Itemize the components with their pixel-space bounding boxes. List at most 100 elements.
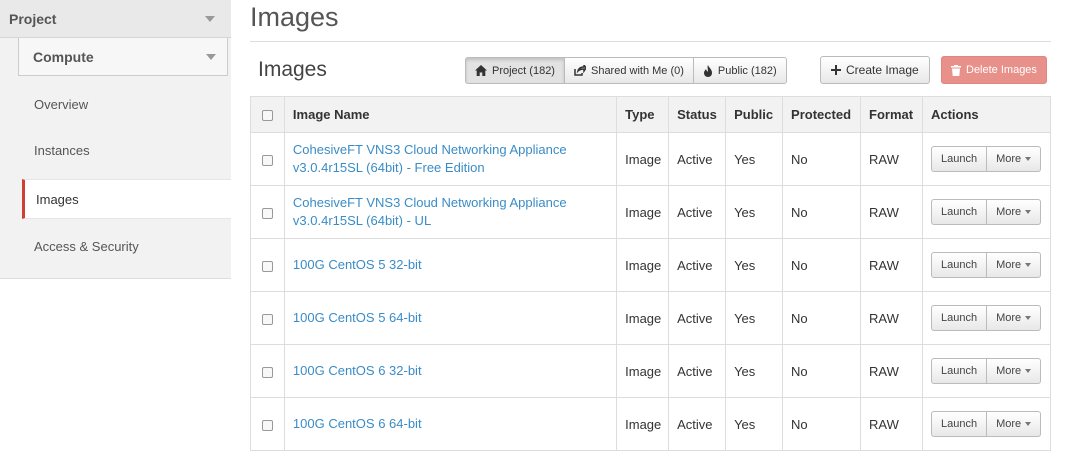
format-cell: RAW <box>860 185 923 239</box>
public-cell: Yes <box>725 291 784 345</box>
actions-cell: Launch More <box>921 185 1052 239</box>
more-button[interactable]: More <box>987 358 1042 384</box>
sidebar-item-instances[interactable]: Instances <box>22 131 231 171</box>
caret-down-icon <box>1025 369 1032 373</box>
compute-label: Compute <box>33 49 94 65</box>
filter-project-button[interactable]: Project (182) <box>465 57 565 84</box>
protected-cell: No <box>782 397 862 451</box>
protected-cell: No <box>782 238 862 292</box>
launch-button[interactable]: Launch <box>930 305 988 331</box>
divider <box>250 41 1051 42</box>
row-checkbox[interactable] <box>261 313 273 325</box>
compute-dropdown[interactable]: Compute <box>18 38 228 76</box>
protected-cell: No <box>782 344 862 398</box>
image-name-link[interactable]: CohesiveFT VNS3 Cloud Networking Applian… <box>293 141 616 177</box>
public-cell: Yes <box>725 132 784 186</box>
table-header-row: Image Name Type Status Public Protected … <box>250 96 1052 133</box>
more-button[interactable]: More <box>987 411 1042 437</box>
header-type[interactable]: Type <box>616 96 670 133</box>
image-name-link[interactable]: 100G CentOS 5 64-bit <box>293 309 616 327</box>
caret-down-icon <box>1025 263 1032 267</box>
more-label: More <box>996 259 1022 271</box>
create-image-label: Create Image <box>846 63 919 77</box>
delete-images-button[interactable]: Delete Images <box>941 56 1047 84</box>
format-cell: RAW <box>860 291 923 345</box>
actions-cell: Launch More <box>921 397 1052 451</box>
status-cell: Active <box>668 238 727 292</box>
type-cell: Image <box>616 185 670 239</box>
format-cell: RAW <box>860 344 923 398</box>
image-filter-group: Project (182) Shared with Me (0) Public … <box>465 57 787 84</box>
sidebar-item-images[interactable]: Images <box>22 179 231 219</box>
row-actions: Launch More <box>930 411 1050 437</box>
filter-project-label: Project (182) <box>492 64 555 77</box>
row-checkbox-cell <box>250 132 285 186</box>
filter-shared-label: Shared with Me (0) <box>590 64 684 77</box>
image-name-link[interactable]: 100G CentOS 5 32-bit <box>293 256 616 274</box>
more-button[interactable]: More <box>987 305 1042 331</box>
caret-down-icon <box>205 16 215 22</box>
format-cell: RAW <box>860 238 923 292</box>
image-name-link[interactable]: 100G CentOS 6 64-bit <box>293 415 616 433</box>
sidebar-item-overview[interactable]: Overview <box>22 85 231 125</box>
launch-button[interactable]: Launch <box>930 146 988 172</box>
table-row: CohesiveFT VNS3 Cloud Networking Applian… <box>250 185 1052 239</box>
row-checkbox[interactable] <box>261 207 273 219</box>
header-image-name[interactable]: Image Name <box>283 96 618 133</box>
caret-down-icon <box>1025 210 1032 214</box>
launch-button[interactable]: Launch <box>930 358 988 384</box>
launch-button[interactable]: Launch <box>930 252 988 278</box>
table-row: CohesiveFT VNS3 Cloud Networking Applian… <box>250 132 1052 186</box>
type-cell: Image <box>616 238 670 292</box>
create-image-button[interactable]: Create Image <box>820 56 930 84</box>
section-title: Images <box>258 58 327 81</box>
filter-public-label: Public (182) <box>717 64 777 77</box>
launch-button[interactable]: Launch <box>930 411 988 437</box>
row-checkbox[interactable] <box>261 154 273 166</box>
status-cell: Active <box>668 344 727 398</box>
image-name-cell: 100G CentOS 5 32-bit <box>283 238 618 292</box>
caret-down-icon <box>1025 316 1032 320</box>
more-label: More <box>996 312 1022 324</box>
actions-cell: Launch More <box>921 344 1052 398</box>
more-label: More <box>996 206 1022 218</box>
more-button[interactable]: More <box>987 252 1042 278</box>
image-name-cell: 100G CentOS 6 32-bit <box>283 344 618 398</box>
row-checkbox[interactable] <box>261 366 273 378</box>
image-name-link[interactable]: CohesiveFT VNS3 Cloud Networking Applian… <box>293 194 616 230</box>
type-cell: Image <box>616 344 670 398</box>
sidebar-item-access-security[interactable]: Access & Security <box>22 227 231 267</box>
type-cell: Image <box>616 397 670 451</box>
status-cell: Active <box>668 185 727 239</box>
header-format[interactable]: Format <box>860 96 923 133</box>
row-checkbox-cell <box>250 397 285 451</box>
image-name-cell: CohesiveFT VNS3 Cloud Networking Applian… <box>283 185 618 239</box>
share-icon <box>574 65 586 76</box>
caret-down-icon <box>206 54 216 60</box>
image-name-link[interactable]: 100G CentOS 6 32-bit <box>293 362 616 380</box>
row-checkbox[interactable] <box>261 419 273 431</box>
actions-cell: Launch More <box>921 132 1052 186</box>
header-protected[interactable]: Protected <box>782 96 862 133</box>
image-name-cell: 100G CentOS 6 64-bit <box>283 397 618 451</box>
header-public[interactable]: Public <box>725 96 784 133</box>
launch-button[interactable]: Launch <box>930 199 988 225</box>
filter-shared-button[interactable]: Shared with Me (0) <box>564 57 694 84</box>
row-actions: Launch More <box>930 146 1050 172</box>
header-status[interactable]: Status <box>668 96 727 133</box>
row-checkbox[interactable] <box>261 260 273 272</box>
more-button[interactable]: More <box>987 199 1042 225</box>
project-dropdown[interactable]: Project <box>0 0 231 38</box>
protected-cell: No <box>782 291 862 345</box>
public-cell: Yes <box>725 185 784 239</box>
row-actions: Launch More <box>930 199 1050 225</box>
header-actions: Actions <box>921 96 1052 133</box>
row-actions: Launch More <box>930 358 1050 384</box>
public-cell: Yes <box>725 344 784 398</box>
filter-public-button[interactable]: Public (182) <box>693 57 787 84</box>
type-cell: Image <box>616 132 670 186</box>
select-all-checkbox[interactable] <box>261 110 273 122</box>
images-table: Image Name Type Status Public Protected … <box>250 96 1052 451</box>
more-button[interactable]: More <box>987 146 1042 172</box>
status-cell: Active <box>668 291 727 345</box>
